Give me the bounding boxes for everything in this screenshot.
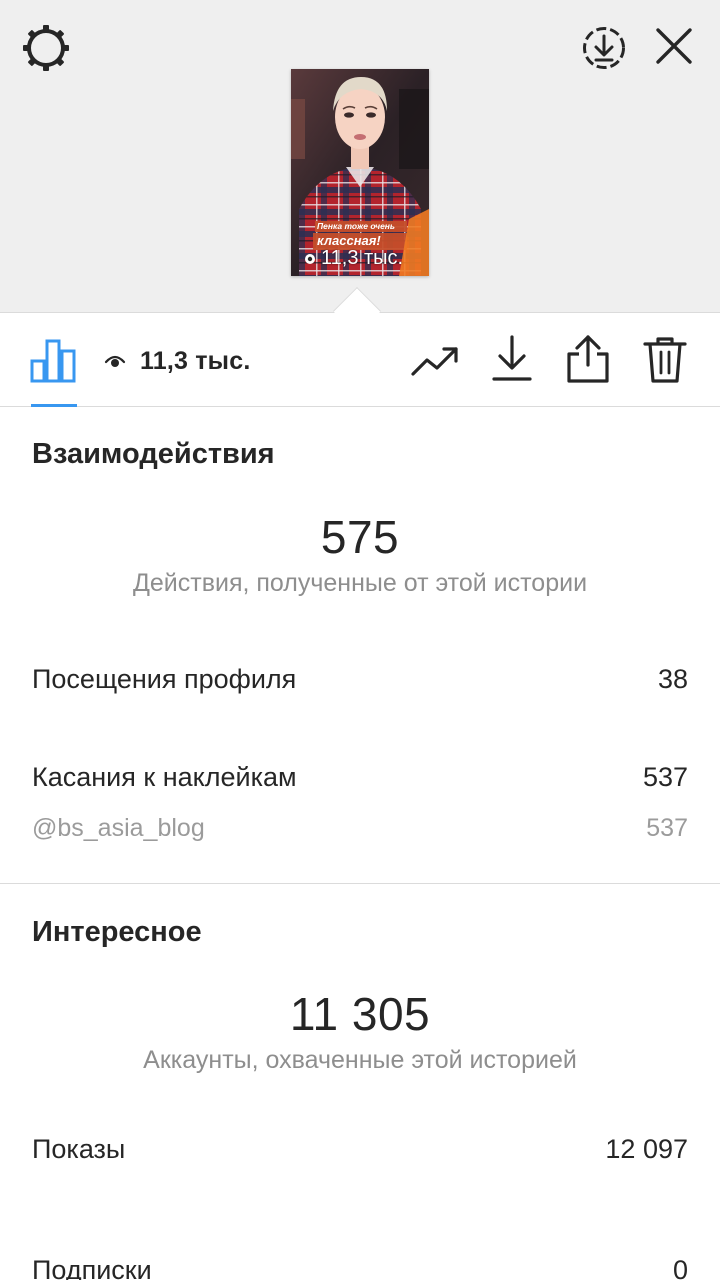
- metric-row-impressions: Показы 12 097: [32, 1134, 688, 1165]
- story-toolbar: 11,3 тыс.: [0, 314, 720, 407]
- metric-value: 38: [657, 664, 688, 694]
- story-thumbnail[interactable]: Пенка тоже очень классная! 11,3 тыс.: [291, 69, 429, 276]
- active-tab-indicator: [31, 404, 77, 407]
- metric-value: 537: [642, 762, 688, 792]
- save-story-button[interactable]: [576, 20, 632, 76]
- download-icon: [492, 335, 532, 381]
- interactions-caption: Действия, полученные от этой истории: [132, 569, 588, 597]
- section-divider: [0, 883, 720, 884]
- delete-button[interactable]: [638, 332, 692, 388]
- mention-label: @bs_asia_blog: [32, 814, 205, 842]
- eye-icon: [305, 253, 315, 264]
- download-circle-icon: [583, 27, 625, 69]
- metric-label: Посещения профиля: [32, 664, 297, 694]
- story-preview-area: Пенка тоже очень классная! 11,3 тыс.: [0, 0, 720, 313]
- sticker-line-2: классная!: [317, 233, 381, 248]
- metric-label: Касания к наклейкам: [32, 762, 297, 792]
- views-overlay-text: 11,3 тыс.: [321, 247, 404, 269]
- views-count[interactable]: 11,3 тыс.: [104, 344, 250, 378]
- eye-icon: [104, 355, 126, 367]
- sticker-line-1: Пенка тоже очень: [317, 221, 395, 231]
- discovery-total: 11 305: [289, 988, 431, 1040]
- save-button[interactable]: [486, 332, 538, 386]
- close-button[interactable]: [646, 18, 702, 74]
- metric-label: Подписки: [32, 1255, 152, 1280]
- promote-button[interactable]: [408, 336, 462, 386]
- metric-row-profile-visits: Посещения профиля 38: [32, 664, 688, 695]
- metric-row-sticker-taps: Касания к наклейкам 537: [32, 762, 688, 793]
- close-icon: [656, 28, 692, 64]
- mention-value: 537: [646, 814, 688, 842]
- interactions-total: 575: [320, 511, 400, 563]
- interactions-title: Взаимодействия: [32, 438, 275, 470]
- trend-icon: [411, 347, 458, 376]
- metric-value: 12 097: [605, 1134, 688, 1164]
- discovery-title: Интересное: [32, 916, 202, 948]
- discovery-caption: Аккаунты, охваченные этой историей: [143, 1046, 577, 1074]
- metric-label: Показы: [32, 1134, 126, 1164]
- trash-icon: [643, 337, 687, 383]
- views-count-text: 11,3 тыс.: [140, 346, 251, 375]
- share-icon: [567, 335, 609, 383]
- metric-row-mention-sticker: @bs_asia_blog 537: [32, 814, 688, 843]
- share-button[interactable]: [562, 332, 614, 386]
- metric-value: 0: [672, 1255, 688, 1280]
- settings-button[interactable]: [18, 20, 74, 76]
- bar-chart-icon: [30, 339, 76, 383]
- tab-insights[interactable]: [22, 332, 84, 388]
- gear-icon: [23, 25, 69, 71]
- views-overlay: 11,3 тыс.: [303, 247, 403, 270]
- metric-row-follows: Подписки 0: [32, 1255, 688, 1280]
